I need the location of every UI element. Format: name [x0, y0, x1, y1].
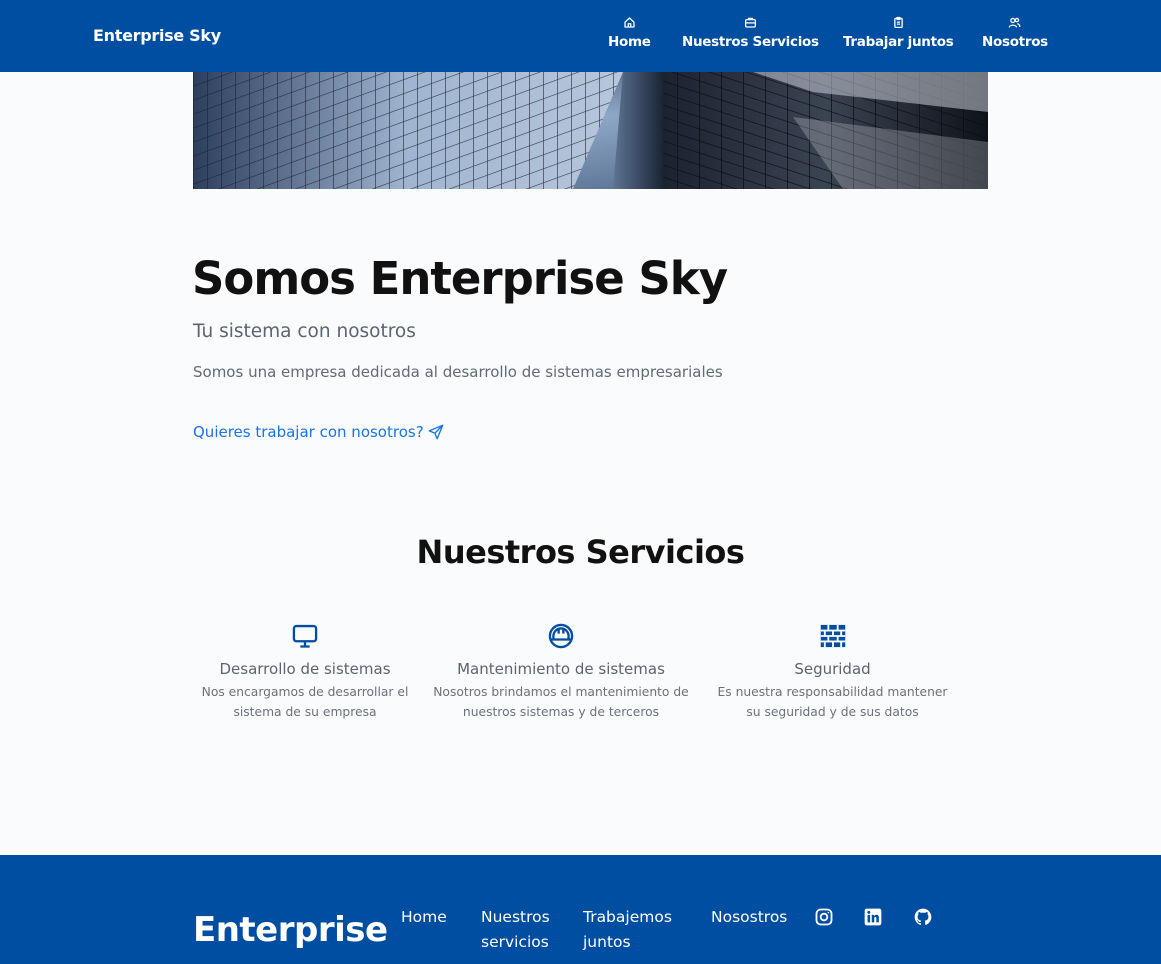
footer-link-home[interactable]: Home — [401, 905, 447, 930]
footer-brand[interactable]: Enterprise — [193, 910, 388, 950]
footer-link-work-together[interactable]: Trabajemos juntos — [583, 905, 672, 955]
nav-work-together-label: Trabajar juntos — [843, 34, 954, 50]
nav-about[interactable]: Nosotros — [982, 16, 1048, 50]
linkedin-icon — [864, 908, 882, 926]
nav-home-label: Home — [608, 34, 651, 50]
nav-services-label: Nuestros Servicios — [682, 34, 819, 50]
service-security: Seguridad Es nuestra responsabilidad man… — [706, 622, 959, 722]
nav-work-together[interactable]: Trabajar juntos — [843, 16, 954, 50]
helmet-icon — [548, 623, 574, 649]
work-with-us-label: Quieres trabajar con nosotros? — [193, 423, 424, 441]
footer-link-services[interactable]: Nuestros servicios — [481, 905, 550, 955]
footer-link-about[interactable]: Nosostros — [711, 905, 787, 930]
service-name: Desarrollo de sistemas — [219, 660, 391, 678]
service-desc-line: nuestros sistemas y de terceros — [462, 705, 660, 719]
service-desc-line: Nos encargamos de desarrollar el — [201, 685, 409, 699]
service-description: Nosotros brindamos el mantenimiento de n… — [433, 682, 689, 722]
footer: Enterprise Home Nuestros servicios Traba… — [0, 855, 1161, 964]
service-name: Mantenimiento de sistemas — [457, 660, 665, 678]
service-maintenance: Mantenimiento de sistemas Nosotros brind… — [421, 622, 701, 722]
work-with-us-link[interactable]: Quieres trabajar con nosotros? — [193, 423, 445, 441]
intro-subtitle: Tu sistema con nosotros — [193, 321, 416, 342]
nav-home[interactable]: Home — [608, 16, 651, 50]
linkedin-link[interactable] — [863, 907, 883, 927]
firewall-icon — [820, 624, 845, 648]
services-title: Nuestros Servicios — [416, 533, 745, 571]
brand-logo[interactable]: Enterprise Sky — [93, 26, 221, 45]
hero-image — [193, 72, 988, 189]
home-icon — [624, 17, 635, 28]
service-description: Nos encargamos de desarrollar el sistema… — [202, 682, 409, 722]
service-name: Seguridad — [794, 660, 871, 678]
users-icon — [1009, 17, 1021, 28]
service-desc-line: sistema de su empresa — [233, 705, 377, 719]
send-icon — [428, 424, 444, 440]
footer-link-label: juntos — [583, 933, 631, 951]
service-description: Es nuestra responsabilidad mantener su s… — [717, 682, 947, 722]
nav-services[interactable]: Nuestros Servicios — [682, 16, 819, 50]
github-link[interactable] — [913, 907, 933, 927]
monitor-icon — [292, 624, 318, 648]
navbar: Enterprise Sky Home Nuestros Servicios T… — [0, 0, 1161, 72]
footer-link-label: Nuestros — [481, 908, 550, 926]
github-icon — [914, 908, 932, 925]
skyscraper-image — [193, 72, 988, 189]
footer-link-label: Trabajemos — [583, 908, 672, 926]
service-development: Desarrollo de sistemas Nos encargamos de… — [193, 622, 417, 722]
footer-link-label: Nosostros — [711, 908, 788, 926]
instagram-link[interactable] — [814, 907, 834, 927]
footer-link-label: Home — [401, 908, 447, 926]
service-desc-line: Nosotros brindamos el mantenimiento de — [433, 685, 689, 699]
instagram-icon — [815, 908, 833, 926]
clipboard-icon — [893, 16, 903, 29]
footer-link-label: servicios — [481, 933, 549, 951]
service-desc-line: su seguridad y de sus datos — [746, 705, 919, 719]
page-title: Somos Enterprise Sky — [192, 252, 728, 305]
service-desc-line: Es nuestra responsabilidad mantener — [717, 685, 948, 699]
briefcase-icon — [744, 17, 756, 28]
intro-description: Somos una empresa dedicada al desarrollo… — [193, 363, 723, 381]
nav-about-label: Nosotros — [982, 34, 1048, 50]
